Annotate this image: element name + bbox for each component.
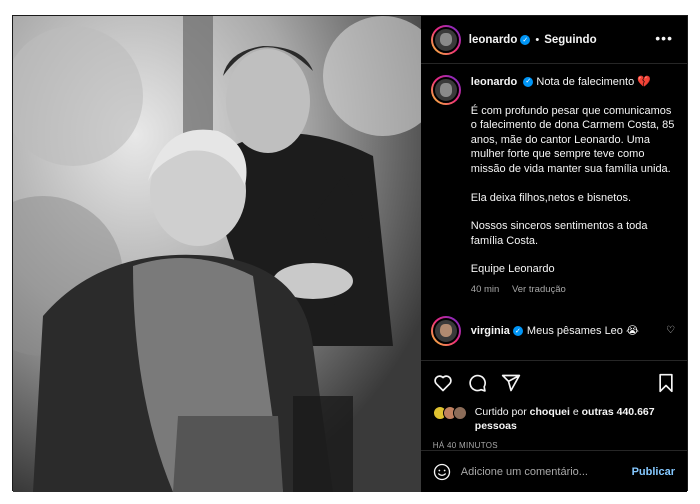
comments-section[interactable]: leonardo ✓ Nota de falecimento 💔 É com p… [421,65,687,360]
likes-prefix: Curtido por [474,406,527,418]
caption-title: Nota de falecimento [536,76,635,88]
bookmark-icon[interactable] [657,373,675,393]
following-button[interactable]: Seguindo [544,34,596,46]
comment-icon[interactable] [467,373,487,393]
post-actions: Curtido por choquei e outras 440.667 pes… [420,360,687,450]
caption-meta: 40 min Ver tradução [471,283,676,298]
post-timestamp[interactable]: HÁ 40 MINUTOS [433,441,675,450]
comment-input[interactable]: Adicione um comentário... [461,466,632,478]
caption-paragraph: Equipe Leonardo [470,263,555,276]
post-modal: leonardo ✓ • Seguindo ••• leonardo ✓ Not… [12,15,688,492]
broken-heart-emoji: 💔 [637,76,651,88]
add-comment-bar: Adicione um comentário... Publicar [420,450,687,492]
post-photo[interactable] [13,16,421,492]
more-horizontal-icon[interactable]: ••• [655,30,673,46]
verified-icon: ✓ [520,34,531,45]
liker-avatars[interactable] [432,406,467,420]
user-avatar[interactable] [430,24,461,55]
comment-avatar[interactable] [430,315,461,346]
likes-connector: e [572,406,579,418]
caption-paragraph: Nossos sinceros sentimentos a toda famíl… [470,220,648,247]
post-header: leonardo ✓ • Seguindo ••• [420,16,687,64]
heart-icon[interactable] [433,373,453,393]
comment-item: virginia ✓ Meus pêsames Leo 😭 ♡ [430,315,677,346]
first-liker-link[interactable]: choquei [530,406,570,418]
liker-avatar [452,406,467,420]
caption-paragraph: Ela deixa filhos,netos e bisnetos. [470,191,632,204]
verified-icon: ✓ [512,325,523,336]
caption-username[interactable]: leonardo [471,76,517,88]
caption-avatar[interactable] [430,75,461,105]
header-username[interactable]: leonardo [469,34,518,46]
comment-like-icon[interactable]: ♡ [666,325,675,336]
post-caption: leonardo ✓ Nota de falecimento 💔 É com p… [430,75,677,298]
comment-username[interactable]: virginia [471,325,510,337]
photo-illustration [13,16,421,492]
action-icons [433,371,675,395]
send-icon[interactable] [501,373,521,393]
caption-paragraph: É com profundo pesar que comunicamos o f… [470,104,675,175]
emoji-icon[interactable] [433,463,451,481]
caption-time: 40 min [470,283,500,295]
post-side-panel: leonardo ✓ • Seguindo ••• leonardo ✓ Not… [420,16,687,492]
publish-button[interactable]: Publicar [632,466,675,478]
verified-icon: ✓ [523,77,534,88]
comment-text: Meus pêsames Leo 😭 [526,325,639,338]
likes-summary: Curtido por choquei e outras 440.667 pes… [432,405,675,433]
header-separator: • [535,33,540,46]
translate-link[interactable]: Ver tradução [512,284,566,295]
